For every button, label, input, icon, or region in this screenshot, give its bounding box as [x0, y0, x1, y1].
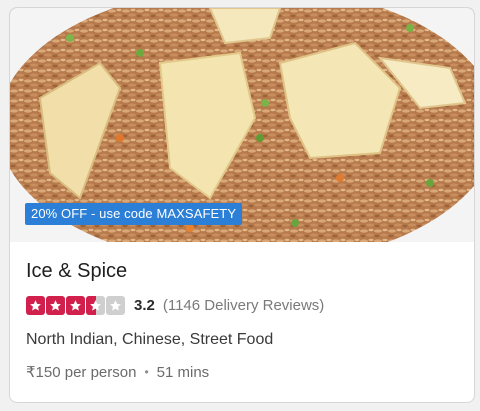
- rating-row: 3.2 (1146 Delivery Reviews): [26, 295, 324, 315]
- star-icon: [46, 295, 65, 315]
- star-icon: [66, 295, 85, 315]
- review-count[interactable]: (1146 Delivery Reviews): [163, 297, 324, 314]
- food-image[interactable]: 20% OFF - use code MAXSAFETY: [10, 8, 474, 242]
- meta-row: ₹150 per person • 51 mins: [26, 363, 210, 382]
- delivery-time: 51 mins: [156, 363, 210, 381]
- price-per-person: ₹150 per person: [26, 364, 137, 381]
- cuisine-list: North Indian, Chinese, Street Food: [26, 331, 274, 348]
- empty-star-icon: [106, 295, 125, 315]
- half-star-icon: [86, 295, 105, 315]
- rating-value: 3.2: [134, 296, 155, 314]
- offer-badge: 20% OFF - use code MAXSAFETY: [25, 203, 243, 225]
- separator-dot: •: [144, 365, 149, 379]
- restaurant-name[interactable]: Ice & Spice: [26, 260, 127, 283]
- star-icon: [26, 295, 45, 315]
- restaurant-card[interactable]: 20% OFF - use code MAXSAFETY Ice & Spice…: [9, 7, 475, 403]
